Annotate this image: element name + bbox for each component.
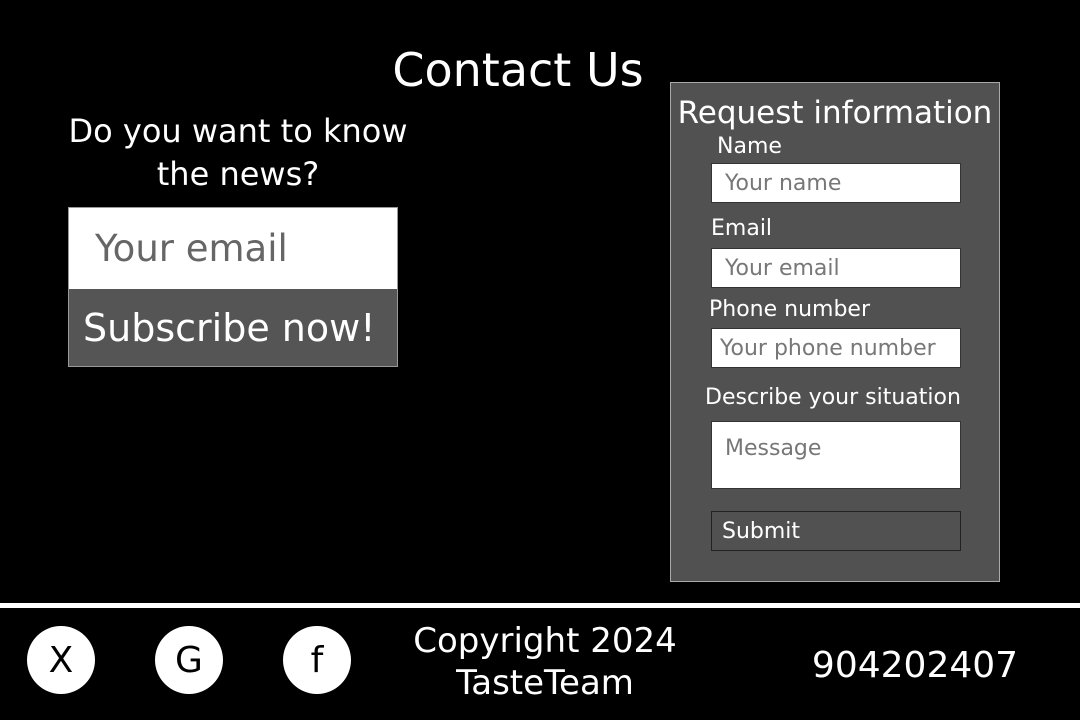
submit-button[interactable]: Submit	[711, 511, 961, 551]
newsletter-question: Do you want to know the news?	[68, 112, 408, 193]
email-input[interactable]	[711, 248, 961, 288]
google-icon[interactable]: G	[155, 626, 223, 694]
request-information-form: Request information Name Email Phone num…	[670, 82, 1000, 582]
footer-divider	[0, 603, 1080, 608]
name-input[interactable]	[711, 163, 961, 203]
x-icon[interactable]: X	[27, 626, 95, 694]
copyright-line-2: TasteTeam	[456, 663, 634, 703]
request-form-title: Request information	[677, 95, 993, 131]
phone-label: Phone number	[709, 297, 871, 322]
subscribe-button[interactable]: Subscribe now!	[69, 289, 397, 366]
phone-input[interactable]	[711, 328, 961, 368]
copyright-text: Copyright 2024 TasteTeam	[395, 620, 695, 704]
copyright-line-1: Copyright 2024	[413, 621, 677, 661]
email-label: Email	[711, 216, 773, 241]
newsletter-email-input[interactable]	[69, 208, 397, 289]
message-textarea[interactable]	[711, 421, 961, 489]
name-label: Name	[717, 134, 782, 159]
facebook-icon[interactable]: f	[283, 626, 351, 694]
newsletter-form: Subscribe now!	[68, 207, 398, 367]
message-label: Describe your situation	[705, 385, 961, 410]
phone-number: 904202407	[811, 645, 1019, 686]
